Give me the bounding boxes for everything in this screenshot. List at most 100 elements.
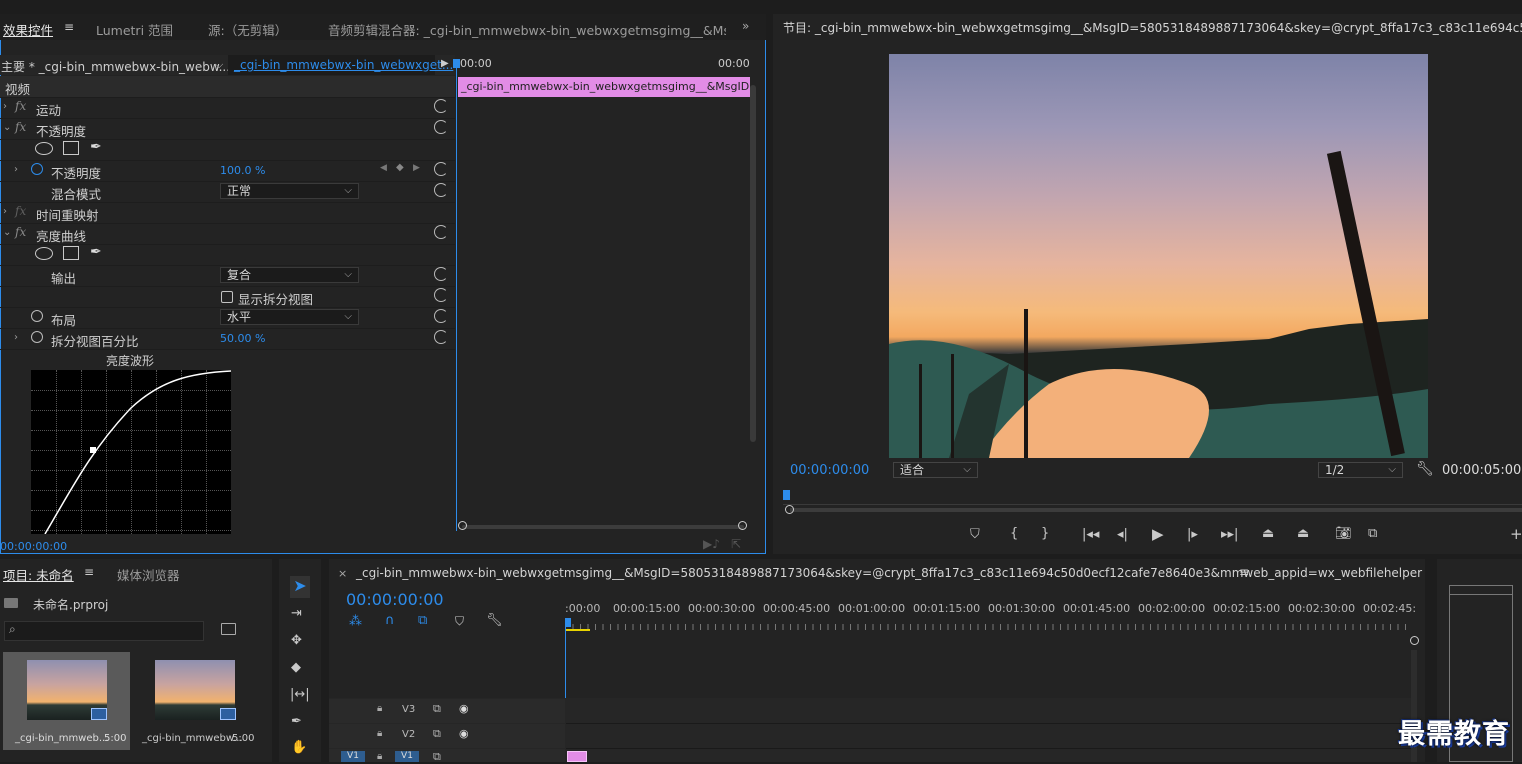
effect-opacity[interactable]: ⌄ fx 不透明度: [0, 118, 455, 140]
zoom-handle-left[interactable]: [785, 505, 794, 514]
playhead-handle-icon[interactable]: [453, 59, 460, 68]
pen-mask-icon[interactable]: ✒: [90, 244, 102, 260]
chevron-right-icon[interactable]: ›: [3, 206, 7, 217]
more-tabs-icon[interactable]: »: [742, 19, 749, 33]
stopwatch-icon[interactable]: [31, 163, 43, 175]
razor-tool-icon[interactable]: ◆: [291, 660, 301, 675]
prev-keyframe-icon[interactable]: ◀: [380, 163, 387, 173]
next-keyframe-icon[interactable]: ▶: [413, 163, 420, 173]
tab-menu-icon[interactable]: ≡: [84, 565, 94, 579]
ec-bottom-timecode[interactable]: 00:00:00:00: [0, 540, 67, 553]
output-dropdown[interactable]: 复合 ⌵: [220, 267, 359, 283]
layout-dropdown[interactable]: 水平 ⌵: [220, 309, 359, 325]
rectangle-mask-icon[interactable]: [63, 141, 79, 155]
selection-tool-icon[interactable]: ➤: [290, 576, 310, 598]
tab-lumetri-scopes[interactable]: Lumetri 范围: [96, 20, 173, 39]
ellipse-mask-icon[interactable]: [35, 247, 53, 260]
blend-mode-dropdown[interactable]: 正常 ⌵: [220, 183, 359, 199]
hand-tool-icon[interactable]: ✋: [291, 740, 307, 755]
effect-motion[interactable]: › fx 运动: [0, 97, 455, 119]
reset-icon[interactable]: [434, 288, 448, 302]
timeline-ruler[interactable]: :00:00 00:00:15:00 00:00:30:00 00:00:45:…: [565, 602, 1416, 632]
timeline-playhead-icon[interactable]: [565, 618, 571, 627]
fx-icon[interactable]: fx: [15, 120, 26, 134]
reset-icon[interactable]: [434, 267, 448, 281]
tab-effect-controls[interactable]: 效果控件: [3, 20, 53, 39]
reset-icon[interactable]: [434, 120, 448, 134]
lock-icon[interactable]: 🔒︎: [377, 751, 382, 762]
tab-media-browser[interactable]: 媒体浏览器: [117, 565, 180, 584]
play-audio-icon[interactable]: ▶: [441, 58, 449, 69]
nest-icon[interactable]: ⁂: [349, 614, 362, 629]
lift-icon[interactable]: ⏏: [1262, 526, 1274, 541]
program-zoom-bar[interactable]: [790, 508, 1522, 512]
opacity-value[interactable]: 100.0 %: [220, 164, 265, 177]
project-search-input[interactable]: ⌕: [4, 621, 204, 641]
tab-menu-icon[interactable]: ≡: [64, 20, 74, 34]
go-to-out-icon[interactable]: ▸▸|: [1221, 527, 1238, 542]
program-monitor-title[interactable]: 节目: _cgi-bin_mmwebwx-bin_webwxgetmsgimg_…: [783, 19, 1522, 36]
track-label[interactable]: V1: [395, 751, 419, 762]
camera-icon[interactable]: 📷︎: [1335, 526, 1352, 541]
ripple-edit-tool-icon[interactable]: ✥: [291, 633, 302, 648]
lock-icon[interactable]: 🔒︎: [377, 703, 382, 714]
step-forward-icon[interactable]: |▸: [1187, 527, 1198, 542]
mini-clip-bar[interactable]: _cgi-bin_mmwebwx-bin_webwxgetmsgimg__&Ms…: [458, 77, 750, 97]
sync-lock-icon[interactable]: ⧉: [433, 702, 441, 716]
tab-source[interactable]: 源:（无剪辑）: [208, 20, 287, 39]
program-current-timecode[interactable]: 00:00:00:00: [790, 463, 869, 478]
timeline-title[interactable]: _cgi-bin_mmwebwx-bin_webwxgetmsgimg__&Ms…: [356, 566, 1422, 580]
tab-menu-icon[interactable]: ≡: [1239, 565, 1249, 579]
fit-dropdown[interactable]: 适合 ⌵: [893, 462, 978, 478]
track-header-v3[interactable]: 🔒︎ V3 ⧉ ◉: [329, 699, 565, 723]
show-split-checkbox[interactable]: [221, 291, 233, 303]
chevron-down-icon[interactable]: ⌄: [3, 227, 11, 238]
luma-curve-graph[interactable]: [31, 370, 231, 534]
program-video-frame[interactable]: [889, 54, 1428, 458]
step-back-icon[interactable]: ◂|: [1117, 527, 1128, 542]
project-clip-item[interactable]: _cgi-bin_mmweb... 5:00: [3, 652, 130, 750]
chevron-right-icon[interactable]: ›: [3, 101, 7, 112]
audio-loop-icon[interactable]: ▶♪: [703, 537, 720, 551]
sequence-clip-selector[interactable]: _cgi-bin_mmwebwx-bin_webwxget...: [228, 55, 453, 75]
reset-icon[interactable]: [434, 99, 448, 113]
lock-icon[interactable]: 🔒︎: [377, 728, 382, 739]
track-header-v2[interactable]: 🔒︎ V2 ⧉ ◉: [329, 724, 565, 748]
new-bin-icon[interactable]: [221, 623, 236, 635]
program-playhead-icon[interactable]: [783, 490, 790, 500]
work-area-bar[interactable]: [566, 629, 590, 631]
mini-zoom-bar[interactable]: [462, 525, 744, 529]
close-icon[interactable]: ×: [338, 567, 347, 580]
playhead-line[interactable]: [456, 61, 457, 531]
pen-mask-icon[interactable]: ✒: [90, 139, 102, 155]
track-select-tool-icon[interactable]: ⇥: [291, 606, 302, 621]
tab-audio-clip-mixer[interactable]: 音频剪辑混合器: _cgi-bin_mmwebwx-bin_webwxgetms…: [328, 20, 726, 39]
split-percent-value[interactable]: 50.00 %: [220, 332, 265, 345]
mini-scrollbar[interactable]: [750, 85, 756, 442]
tab-project[interactable]: 项目: 未命名: [3, 565, 74, 584]
mark-in-icon[interactable]: {: [1010, 526, 1018, 541]
linked-selection-icon[interactable]: ⧉: [418, 613, 427, 628]
go-to-in-icon[interactable]: |◂◂: [1082, 527, 1099, 542]
extract-icon[interactable]: ⏏: [1297, 526, 1309, 541]
fx-icon[interactable]: fx: [15, 225, 26, 239]
reset-icon[interactable]: [434, 309, 448, 323]
timeline-timecode[interactable]: 00:00:00:00: [346, 590, 444, 609]
reset-icon[interactable]: [434, 225, 448, 239]
stopwatch-icon[interactable]: [31, 331, 43, 343]
add-marker-icon[interactable]: ⛉: [455, 614, 464, 629]
export-icon[interactable]: ⇱: [731, 537, 741, 551]
chevron-right-icon[interactable]: ›: [14, 164, 18, 175]
play-icon[interactable]: ▶: [1152, 525, 1164, 543]
fx-icon[interactable]: fx: [15, 99, 26, 113]
mark-out-icon[interactable]: }: [1041, 526, 1049, 541]
chevron-down-icon[interactable]: ⌵: [215, 58, 223, 72]
project-clip-item[interactable]: _cgi-bin_mmwebw... 5:00: [135, 652, 262, 750]
rectangle-mask-icon[interactable]: [63, 246, 79, 260]
compare-view-icon[interactable]: ⧉: [1368, 526, 1377, 541]
add-marker-icon[interactable]: ⛉: [970, 527, 980, 542]
chevron-down-icon[interactable]: ⌄: [3, 122, 11, 133]
add-button-icon[interactable]: +: [1510, 525, 1522, 543]
reset-icon[interactable]: [434, 183, 448, 197]
v1-clip[interactable]: [567, 751, 587, 762]
